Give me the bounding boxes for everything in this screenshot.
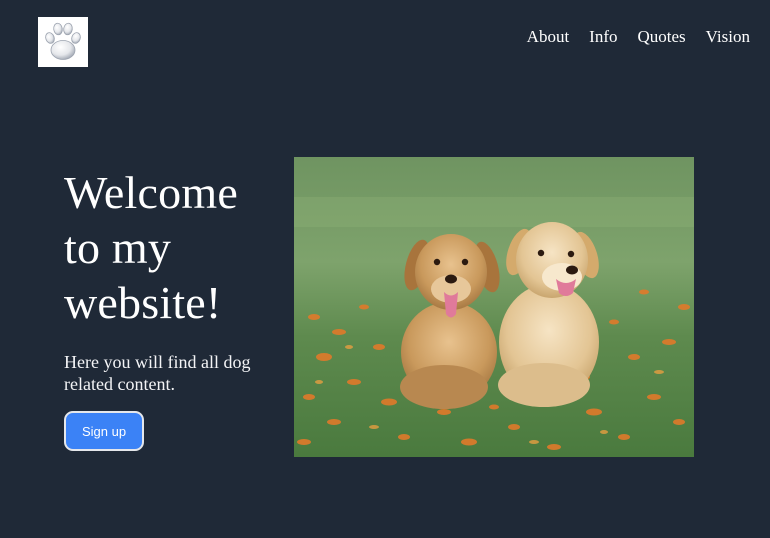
main-nav: About Info Quotes Vision <box>527 27 750 47</box>
hero-image <box>294 157 694 457</box>
nav-link-about[interactable]: About <box>527 27 570 47</box>
hero-subtitle: Here you will find all dog related conte… <box>64 352 251 394</box>
paw-print-icon <box>45 22 81 60</box>
puppies-photo <box>294 157 694 457</box>
logo[interactable] <box>38 17 88 67</box>
signup-button[interactable]: Sign up <box>64 411 144 451</box>
nav-link-vision[interactable]: Vision <box>706 27 750 47</box>
nav-link-quotes[interactable]: Quotes <box>638 27 686 47</box>
hero-text: Welcome to my website! Here you will fin… <box>64 165 274 395</box>
nav-link-info[interactable]: Info <box>589 27 617 47</box>
hero-title: Welcome to my website! <box>64 167 238 328</box>
